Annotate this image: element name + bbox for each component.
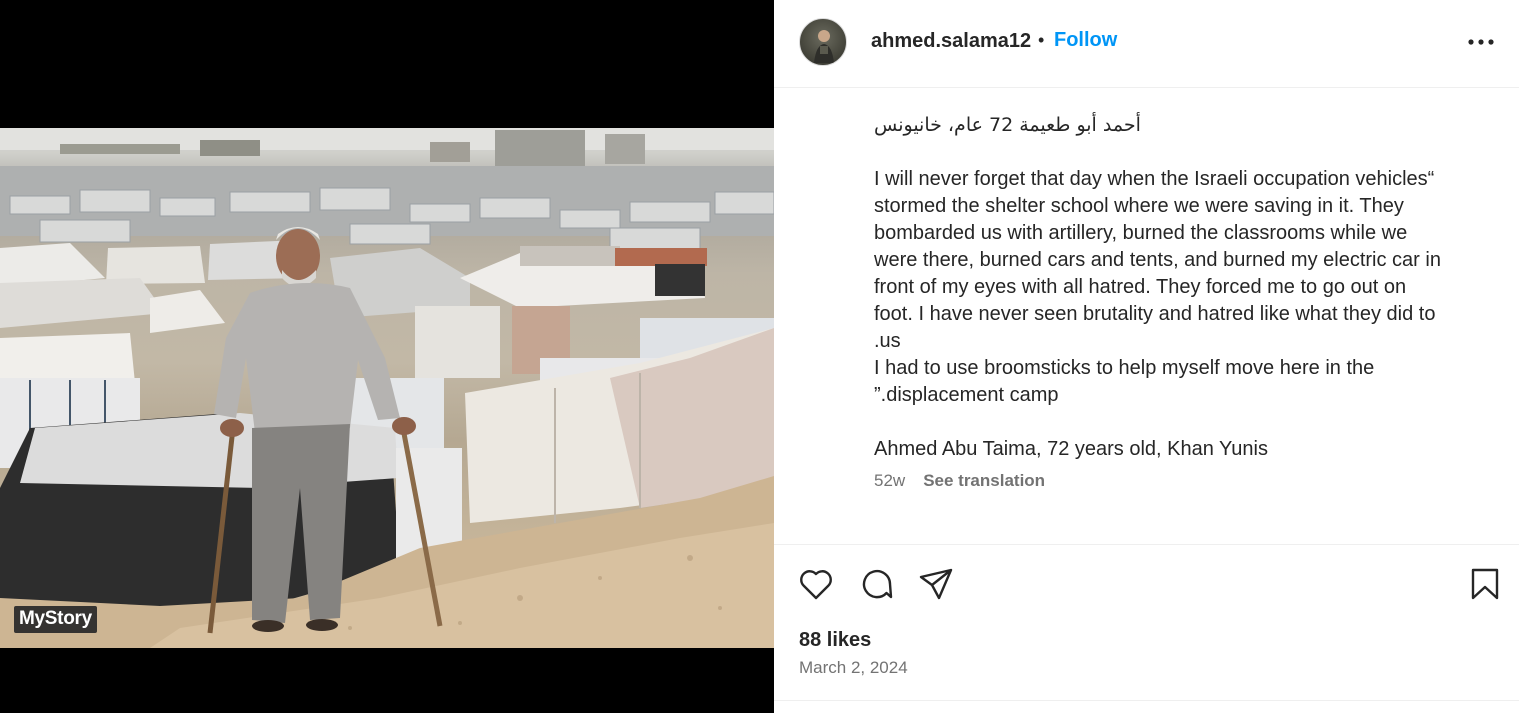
caption-line: Ahmed Abu Taima, 72 years old, Khan Yuni…: [874, 438, 1268, 460]
caption-line: I will never forget that day when the Is…: [874, 168, 1435, 190]
post-photo[interactable]: MyStory: [0, 128, 774, 648]
post-info-pane: ahmed.salama12 • Follow أحمد أبو طعيمة 7…: [774, 0, 1519, 713]
comment-icon: [862, 569, 893, 599]
caption-meta: 52w See translation: [874, 471, 1045, 491]
caption-line: were there, burned cars and tents, and b…: [874, 249, 1441, 271]
caption-line: .us: [874, 330, 901, 352]
header-separator: •: [1038, 30, 1045, 50]
photo-illustration: [0, 128, 774, 648]
caption-line: [874, 409, 1484, 436]
more-horizontal-icon: [1468, 39, 1494, 45]
post-header: ahmed.salama12 • Follow: [774, 0, 1519, 88]
post-date[interactable]: March 2, 2024: [799, 658, 908, 678]
caption-line: front of my eyes with all hatred. They f…: [874, 276, 1407, 298]
likes-count[interactable]: 88 likes: [799, 629, 871, 652]
brand-watermark: MyStory: [14, 606, 97, 633]
post-caption: أحمد أبو طعيمة 72 عام، خانيونس I will ne…: [874, 112, 1484, 463]
like-button[interactable]: [797, 565, 835, 603]
caption-line: bombarded us with artillery, burned the …: [874, 222, 1408, 244]
caption-line: ”.displacement camp: [874, 384, 1059, 406]
username[interactable]: ahmed.salama12: [871, 30, 1031, 53]
heart-icon: [800, 570, 832, 600]
comment-button[interactable]: [858, 565, 896, 603]
share-button[interactable]: [917, 565, 955, 603]
caption-line: foot. I have never seen brutality and ha…: [874, 303, 1436, 325]
caption-line: [874, 139, 1484, 166]
caption-line: stormed the shelter school where we were…: [874, 195, 1404, 217]
more-options-button[interactable]: [1466, 27, 1496, 57]
post-age[interactable]: 52w: [874, 471, 905, 491]
see-translation-link[interactable]: See translation: [923, 471, 1045, 491]
caption-line: أحمد أبو طعيمة 72 عام، خانيونس: [874, 114, 1141, 136]
save-button[interactable]: [1466, 565, 1504, 603]
share-icon: [919, 568, 953, 600]
bottom-divider: [774, 700, 1519, 701]
post-media-pane: MyStory: [0, 0, 774, 713]
actions-divider: [774, 544, 1519, 545]
caption-line: I had to use broomsticks to help myself …: [874, 357, 1375, 379]
follow-button[interactable]: Follow: [1054, 29, 1117, 52]
avatar-image: [814, 30, 834, 63]
avatar[interactable]: [799, 18, 847, 66]
bookmark-icon: [1471, 568, 1499, 600]
